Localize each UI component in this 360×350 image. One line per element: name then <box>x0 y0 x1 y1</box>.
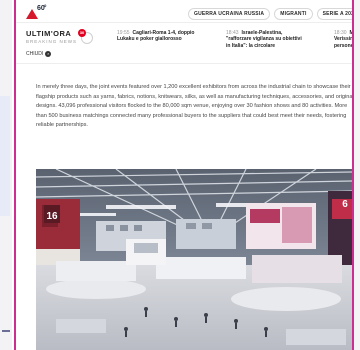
site-logo[interactable]: 60 ° <box>26 5 47 21</box>
ticker-item[interactable]: 18:43 Israele-Palestina, "rafforzare vigi… <box>226 30 304 49</box>
ticker-title: ULTIM'ORA <box>26 29 72 38</box>
exhibition-hall-photo: 16 6 <box>36 169 352 350</box>
ticker-subtitle: BREAKING NEWS <box>26 39 78 44</box>
ticker-item[interactable]: 19:55 Cagliari-Roma 1-4, doppio Lukaku e … <box>117 30 195 43</box>
exhibition-hall-illustration: 16 6 <box>36 169 352 350</box>
topic-tag[interactable]: GUERRA UCRAINA RUSSIA <box>188 8 271 20</box>
ticker-item-time: 18:30 <box>334 30 347 36</box>
ultimora-block: ULTIM'ORA BREAKING NEWS CHIUDI × <box>26 29 106 57</box>
close-label: CHIUDI <box>26 51 44 57</box>
left-panel-edge <box>0 0 12 350</box>
close-icon: × <box>45 51 52 57</box>
hall-number-left: 16 <box>46 211 58 222</box>
left-panel-highlight <box>0 96 10 216</box>
news-count-badge: 30 <box>78 29 86 37</box>
breaking-news-ticker: ULTIM'ORA BREAKING NEWS CHIUDI × 30 19:5… <box>16 22 352 64</box>
ticker-item-time: 18:43 <box>226 30 239 36</box>
topic-nav: GUERRA UCRAINA RUSSIA MIGRANTI SERIE A 2… <box>188 8 352 20</box>
left-panel-bar <box>2 330 10 332</box>
topic-tag[interactable]: SERIE A 2023-202 <box>316 8 352 20</box>
ticker-item[interactable]: 18:30Ma... Verissimo... persone i... <box>334 30 352 49</box>
close-ticker-button[interactable]: CHIUDI × <box>26 51 106 57</box>
ticker-item-time: 19:55 <box>117 30 130 36</box>
article-paragraph: In merely three days, the joint events f… <box>36 84 352 129</box>
right-panel-edge <box>354 0 360 350</box>
topic-tag[interactable]: MIGRANTI <box>274 8 313 20</box>
news-count-indicator[interactable]: 30 <box>78 29 94 44</box>
article-page: 60 ° GUERRA UCRAINA RUSSIA MIGRANTI SERIE… <box>16 0 352 350</box>
hall-number-right: 6 <box>342 199 348 210</box>
